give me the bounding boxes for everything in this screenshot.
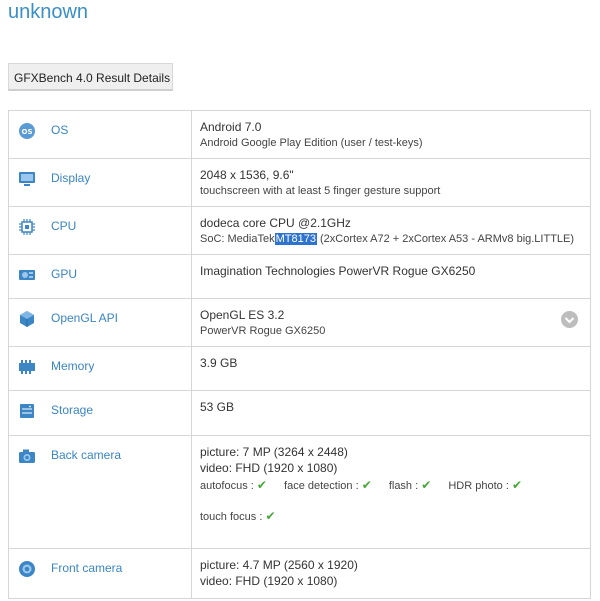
os-detail: Android Google Play Edition (user / test… — [200, 137, 423, 149]
feature-face-detection: face detection : ✔ — [284, 478, 372, 492]
front-camera-icon — [18, 560, 36, 578]
cpu-summary: dodeca core CPU @2.1GHz — [200, 216, 351, 230]
table-row: Display 2048 x 1536, 9.6" touchscreen wi… — [8, 158, 591, 207]
cube-icon — [18, 310, 36, 328]
row-label-storage: Storage — [51, 403, 94, 417]
os-icon: OS — [18, 122, 36, 140]
feature-autofocus: autofocus : ✔ — [200, 478, 267, 492]
soc-prefix: SoC: MediaTek — [200, 233, 275, 245]
opengl-version: OpenGL ES 3.2 — [200, 308, 285, 322]
spec-table: OS OS Android 7.0 Android Google Play Ed… — [8, 110, 591, 599]
os-version: Android 7.0 — [200, 120, 262, 134]
storage-icon — [18, 402, 36, 420]
table-row: CPU dodeca core CPU @2.1GHz SoC: MediaTe… — [8, 206, 591, 255]
feature-hdr-photo: HDR photo : ✔ — [448, 478, 523, 492]
storage-size: 53 GB — [200, 400, 235, 414]
check-icon: ✔ — [361, 478, 372, 492]
soc-model-highlight: MT8173 — [274, 233, 317, 245]
table-row: OpenGL API OpenGL ES 3.2 PowerVR Rogue G… — [8, 298, 591, 347]
monitor-icon — [18, 170, 36, 188]
gpu-card-icon — [18, 266, 36, 284]
tab-result-details[interactable]: GFXBench 4.0 Result Details — [8, 63, 173, 91]
expand-chevron-button[interactable] — [561, 311, 578, 328]
check-icon: ✔ — [421, 478, 432, 492]
table-row: Storage 53 GB — [8, 390, 591, 436]
display-detail: touchscreen with at least 5 finger gestu… — [200, 185, 441, 197]
back-camera-picture: picture: 7 MP (3264 x 2448) — [200, 445, 348, 459]
table-row: Front camera picture: 4.7 MP (2560 x 192… — [8, 548, 591, 599]
cpu-soc: SoC: MediaTekMT8173 (2xCortex A72 + 2xCo… — [200, 231, 590, 247]
front-camera-video: video: FHD (1920 x 1080) — [200, 574, 338, 588]
memory-size: 3.9 GB — [200, 356, 238, 370]
feature-flash: flash : ✔ — [388, 478, 432, 492]
feature-touch-focus: touch focus : ✔ — [200, 509, 276, 523]
table-row: Back camera picture: 7 MP (3264 x 2448) … — [8, 435, 591, 549]
row-label-os: OS — [51, 123, 69, 137]
row-label-opengl: OpenGL API — [51, 311, 118, 325]
back-camera-features: autofocus : ✔ face detection : ✔ flash :… — [200, 477, 590, 494]
page-title: unknown — [8, 1, 89, 23]
check-icon: ✔ — [256, 478, 267, 492]
display-resolution: 2048 x 1536, 9.6" — [200, 168, 294, 182]
row-label-front-camera: Front camera — [51, 561, 123, 575]
opengl-renderer: PowerVR Rogue GX6250 — [200, 325, 326, 337]
table-row: Memory 3.9 GB — [8, 346, 591, 391]
row-label-memory: Memory — [51, 359, 95, 373]
table-row: GPU Imagination Technologies PowerVR Rog… — [8, 254, 591, 299]
memory-icon — [18, 358, 36, 376]
row-label-cpu: CPU — [51, 219, 77, 233]
svg-text:OS: OS — [22, 128, 33, 136]
camera-icon — [18, 447, 36, 465]
chevron-down-icon — [564, 316, 575, 323]
row-label-gpu: GPU — [51, 267, 78, 281]
front-camera-picture: picture: 4.7 MP (2560 x 1920) — [200, 558, 358, 572]
check-icon: ✔ — [511, 478, 523, 492]
gpu-name: Imagination Technologies PowerVR Rogue G… — [200, 264, 476, 278]
check-icon: ✔ — [265, 509, 276, 523]
table-row: OS OS Android 7.0 Android Google Play Ed… — [8, 110, 591, 159]
row-label-display: Display — [51, 171, 91, 185]
back-camera-video: video: FHD (1920 x 1080) — [200, 461, 338, 475]
cpu-chip-icon — [18, 218, 36, 236]
soc-cores: (2xCortex A72 + 2xCortex A53 - ARMv8 big… — [320, 233, 575, 245]
row-label-back-camera: Back camera — [51, 448, 122, 462]
